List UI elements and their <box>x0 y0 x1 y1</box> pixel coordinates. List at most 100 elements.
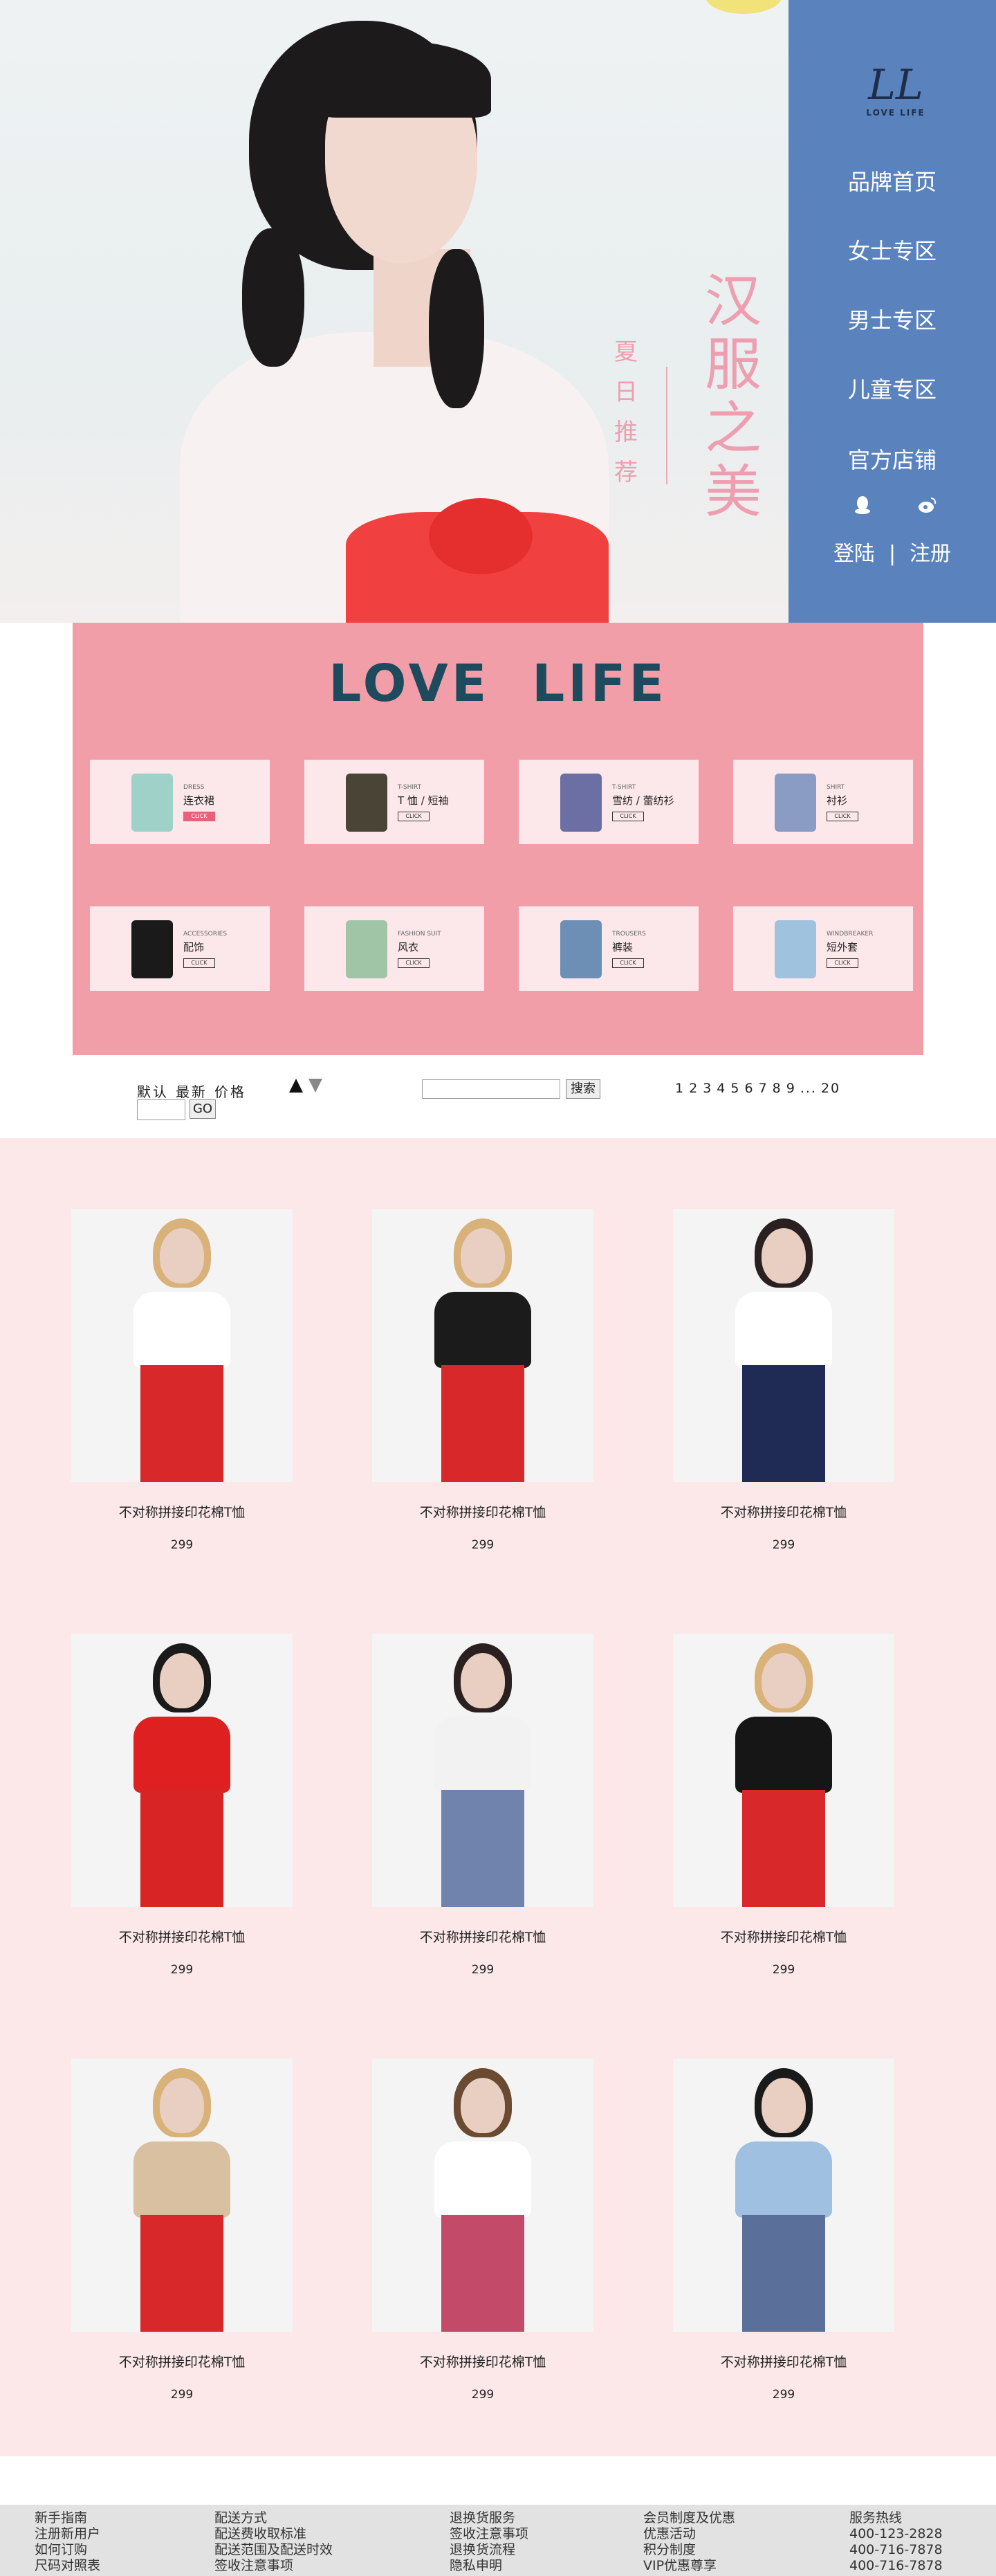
footer-link[interactable]: 400-716-7878 <box>849 2542 943 2558</box>
footer-link[interactable]: 签收注意事项 <box>214 2558 333 2574</box>
nav-item-home[interactable]: 品牌首页 <box>788 165 996 197</box>
product-card[interactable]: 不对称拼接印花棉T恤 299 <box>372 2058 593 2402</box>
footer-link[interactable]: 配送费收取标准 <box>214 2526 333 2542</box>
nav-item-store[interactable]: 官方店铺 <box>788 443 996 475</box>
footer-link[interactable]: 400-123-2828 <box>849 2526 943 2542</box>
product-image[interactable] <box>372 1209 593 1482</box>
pagination: 1 2 3 4 5 6 7 8 9... 20 <box>675 1081 845 1096</box>
category-thumbnail <box>560 920 602 978</box>
product-card[interactable]: 不对称拼接印花棉T恤 299 <box>372 1634 593 1977</box>
product-image[interactable] <box>673 1634 894 1907</box>
category-click-button[interactable]: CLICK <box>827 812 858 821</box>
category-click-button[interactable]: CLICK <box>398 812 430 821</box>
category-card[interactable]: TROUSERS 裤装 CLICK <box>519 906 699 991</box>
product-name[interactable]: 不对称拼接印花棉T恤 <box>372 1927 593 1946</box>
category-click-button[interactable]: CLICK <box>183 812 215 821</box>
category-card[interactable]: DRESS 连衣裙 CLICK <box>90 760 270 844</box>
category-click-button[interactable]: CLICK <box>612 958 644 968</box>
product-card[interactable]: 不对称拼接印花棉T恤 299 <box>673 1209 894 1552</box>
product-image[interactable] <box>372 1634 593 1907</box>
product-price: 299 <box>471 2388 495 2402</box>
product-name[interactable]: 不对称拼接印花棉T恤 <box>673 1927 894 1946</box>
footer-column: 新手指南 注册新用户 如何订购 尺码对照表 <box>35 2510 100 2574</box>
product-name[interactable]: 不对称拼接印花棉T恤 <box>71 2352 293 2371</box>
product-card[interactable]: 不对称拼接印花棉T恤 299 <box>673 2058 894 2402</box>
go-button[interactable]: GO <box>190 1099 216 1119</box>
product-name[interactable]: 不对称拼接印花棉T恤 <box>71 1502 293 1521</box>
category-click-button[interactable]: CLICK <box>183 958 215 968</box>
nav-item-kids[interactable]: 儿童专区 <box>788 372 996 404</box>
footer-link[interactable]: 退换货流程 <box>450 2542 528 2558</box>
footer-link[interactable]: 注册新用户 <box>35 2526 100 2542</box>
footer-heading: 退换货服务 <box>450 2510 516 2525</box>
product-image[interactable] <box>71 1209 293 1482</box>
product-image[interactable] <box>673 1209 894 1482</box>
category-click-button[interactable]: CLICK <box>827 958 858 968</box>
footer-link[interactable]: 配送范围及配送时效 <box>214 2542 333 2558</box>
product-name[interactable]: 不对称拼接印花棉T恤 <box>673 1502 894 1521</box>
register-link[interactable]: 注册 <box>910 542 951 566</box>
weibo-icon[interactable] <box>917 495 938 515</box>
page-link[interactable]: 4 <box>717 1081 726 1096</box>
product-name[interactable]: 不对称拼接印花棉T恤 <box>372 1502 593 1521</box>
category-label: 雪纺 / 蕾纺衫 <box>612 794 674 807</box>
category-english-label: T-SHIRT <box>612 784 636 791</box>
category-english-label: T-SHIRT <box>398 784 422 791</box>
category-english-label: SHIRT <box>827 784 845 791</box>
product-price: 299 <box>772 2388 795 2402</box>
page-link[interactable]: 5 <box>730 1081 740 1096</box>
product-card[interactable]: 不对称拼接印花棉T恤 299 <box>71 1634 293 1977</box>
search-button[interactable]: 搜索 <box>566 1079 600 1099</box>
sort-descending-icon[interactable] <box>308 1079 322 1093</box>
category-card[interactable]: FASHION SUIT 风衣 CLICK <box>304 906 484 991</box>
sort-default[interactable]: 默认 <box>137 1084 169 1100</box>
product-image[interactable] <box>372 2058 593 2332</box>
category-label: 配饰 <box>183 941 205 953</box>
footer-link[interactable]: 签收注意事项 <box>450 2526 528 2542</box>
nav-item-women[interactable]: 女士专区 <box>788 234 996 266</box>
sort-ascending-icon[interactable] <box>289 1079 303 1093</box>
category-card[interactable]: ACCESSORIES 配饰 CLICK <box>90 906 270 991</box>
sort-price[interactable]: 价格 <box>214 1084 246 1100</box>
product-card[interactable]: 不对称拼接印花棉T恤 299 <box>71 2058 293 2402</box>
sort-newest[interactable]: 最新 <box>176 1084 208 1100</box>
category-click-button[interactable]: CLICK <box>398 958 430 968</box>
category-thumbnail <box>131 920 173 978</box>
login-link[interactable]: 登陆 <box>833 542 875 566</box>
page-link[interactable]: 3 <box>703 1081 712 1096</box>
category-card[interactable]: T-SHIRT T 恤 / 短袖 CLICK <box>304 760 484 844</box>
brand-logo[interactable]: LL LOVE LIFE <box>865 62 927 131</box>
search-input[interactable] <box>422 1079 560 1099</box>
page-link[interactable]: 6 <box>744 1081 754 1096</box>
nav-item-men[interactable]: 男士专区 <box>788 303 996 335</box>
category-card[interactable]: T-SHIRT 雪纺 / 蕾纺衫 CLICK <box>519 760 699 844</box>
footer-link[interactable]: 尺码对照表 <box>35 2558 100 2574</box>
product-card[interactable]: 不对称拼接印花棉T恤 299 <box>372 1209 593 1552</box>
product-card[interactable]: 不对称拼接印花棉T恤 299 <box>71 1209 293 1552</box>
page-link[interactable]: 1 <box>675 1081 685 1096</box>
page-link[interactable]: 8 <box>773 1081 782 1096</box>
product-image[interactable] <box>673 2058 894 2332</box>
product-name[interactable]: 不对称拼接印花棉T恤 <box>372 2352 593 2371</box>
category-card[interactable]: SHIRT 衬衫 CLICK <box>733 760 913 844</box>
product-name[interactable]: 不对称拼接印花棉T恤 <box>673 2352 894 2371</box>
footer-link[interactable]: 如何订购 <box>35 2542 100 2558</box>
qq-icon[interactable] <box>852 495 873 515</box>
category-click-button[interactable]: CLICK <box>612 812 644 821</box>
product-name[interactable]: 不对称拼接印花棉T恤 <box>71 1927 293 1946</box>
page-link[interactable]: 7 <box>759 1081 768 1096</box>
product-image[interactable] <box>71 1634 293 1907</box>
footer-link[interactable]: 积分制度 <box>643 2542 735 2558</box>
page-link[interactable]: 20 <box>821 1081 840 1096</box>
footer-link[interactable]: VIP优惠尊享 <box>643 2558 735 2574</box>
page-link[interactable]: 2 <box>689 1081 699 1096</box>
footer-link[interactable]: 400-716-7878 <box>849 2558 943 2574</box>
product-card[interactable]: 不对称拼接印花棉T恤 299 <box>673 1634 894 1977</box>
category-card[interactable]: WINDBREAKER 短外套 CLICK <box>733 906 913 991</box>
footer-link[interactable]: 优惠活动 <box>643 2526 735 2542</box>
category-label: T 恤 / 短袖 <box>398 794 449 807</box>
product-image[interactable] <box>71 2058 293 2332</box>
page-number-input[interactable] <box>137 1099 185 1120</box>
footer-link[interactable]: 隐私申明 <box>450 2558 528 2574</box>
page-link[interactable]: 9 <box>786 1081 796 1096</box>
